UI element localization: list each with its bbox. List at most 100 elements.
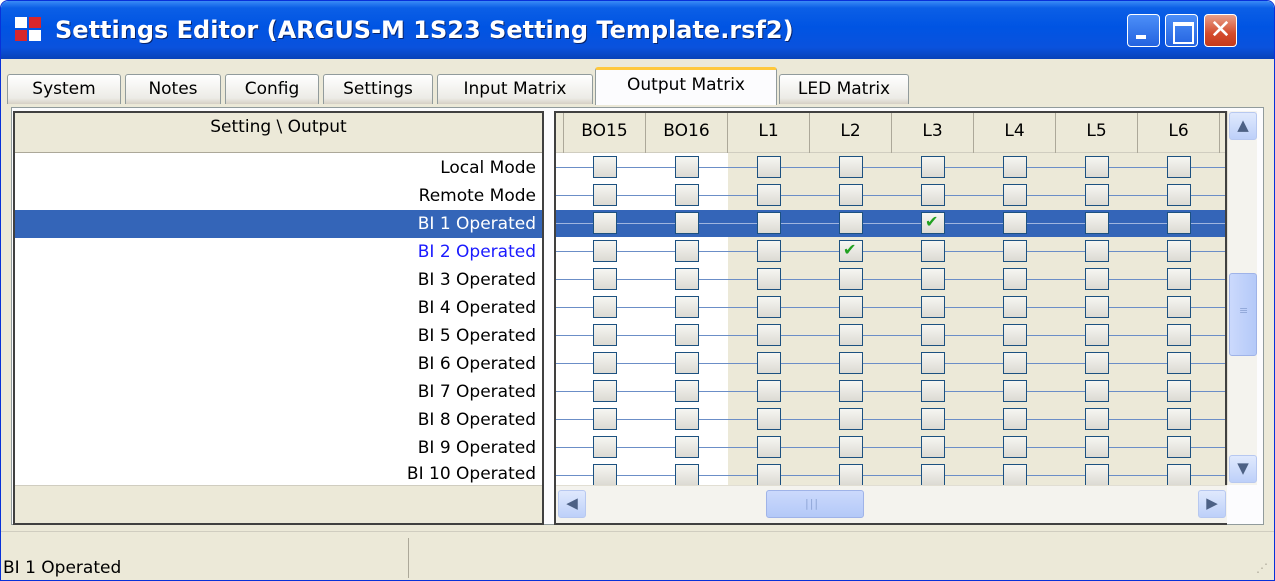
matrix-checkbox-l4[interactable]	[1003, 268, 1027, 290]
matrix-checkbox-l6[interactable]	[1167, 464, 1191, 486]
matrix-checkbox-l4[interactable]	[1003, 212, 1027, 234]
matrix-checkbox-l3[interactable]	[921, 296, 945, 318]
matrix-checkbox-bo15[interactable]	[593, 296, 617, 318]
matrix-checkbox-l6[interactable]	[1167, 156, 1191, 178]
matrix-checkbox-bo15[interactable]	[593, 380, 617, 402]
matrix-checkbox-l4[interactable]	[1003, 156, 1027, 178]
list-item[interactable]: BI 8 Operated	[418, 406, 536, 434]
matrix-checkbox-l3[interactable]	[921, 156, 945, 178]
matrix-checkbox-bo15[interactable]	[593, 408, 617, 430]
list-item[interactable]: BI 4 Operated	[418, 294, 536, 322]
matrix-checkbox-l1[interactable]	[757, 352, 781, 374]
matrix-checkbox-l6[interactable]	[1167, 240, 1191, 262]
matrix-checkbox-bo16[interactable]	[675, 380, 699, 402]
matrix-checkbox-l1[interactable]	[757, 380, 781, 402]
list-item-selected[interactable]: BI 1 Operated	[418, 210, 536, 238]
matrix-checkbox-bo16[interactable]	[675, 296, 699, 318]
matrix-checkbox-l3[interactable]	[921, 324, 945, 346]
matrix-checkbox-l1[interactable]	[757, 212, 781, 234]
tab-output-matrix[interactable]: Output Matrix	[595, 67, 777, 105]
list-item[interactable]: Remote Mode	[419, 182, 536, 210]
matrix-checkbox-l3[interactable]	[921, 240, 945, 262]
matrix-checkbox-l4[interactable]	[1003, 184, 1027, 206]
matrix-checkbox-l4[interactable]	[1003, 240, 1027, 262]
horizontal-scroll-thumb[interactable]: |||	[766, 490, 864, 518]
matrix-checkbox-l2[interactable]	[839, 380, 863, 402]
matrix-checkbox-bo15[interactable]	[593, 184, 617, 206]
column-header-l5[interactable]: L5	[1056, 113, 1138, 153]
vertical-scroll-thumb[interactable]: ≡	[1229, 273, 1257, 356]
list-item[interactable]: BI 10 Operated	[407, 460, 536, 488]
matrix-checkbox-l6[interactable]	[1167, 184, 1191, 206]
column-header-l6[interactable]: L6	[1138, 113, 1220, 153]
matrix-checkbox-l3[interactable]	[921, 352, 945, 374]
matrix-checkbox-bo16[interactable]	[675, 436, 699, 458]
matrix-checkbox-l2[interactable]	[839, 156, 863, 178]
matrix-checkbox-l1[interactable]	[757, 240, 781, 262]
matrix-checkbox-l5[interactable]	[1085, 240, 1109, 262]
list-item[interactable]: BI 7 Operated	[418, 378, 536, 406]
matrix-checkbox-l6[interactable]	[1167, 352, 1191, 374]
matrix-checkbox-bo15[interactable]	[593, 212, 617, 234]
matrix-checkbox-l2[interactable]	[839, 296, 863, 318]
column-header-l4[interactable]: L4	[974, 113, 1056, 153]
column-header-bo16[interactable]: BO16	[646, 113, 728, 153]
matrix-checkbox-l3[interactable]	[921, 184, 945, 206]
matrix-checkbox-l6[interactable]	[1167, 296, 1191, 318]
tab-input-matrix[interactable]: Input Matrix	[437, 74, 593, 104]
matrix-checkbox-l4[interactable]	[1003, 296, 1027, 318]
matrix-checkbox-bo15[interactable]	[593, 324, 617, 346]
matrix-checkbox-l5[interactable]	[1085, 268, 1109, 290]
scroll-left-button[interactable]: ◀	[558, 490, 586, 518]
list-item[interactable]: BI 3 Operated	[418, 266, 536, 294]
list-item[interactable]: BI 9 Operated	[418, 434, 536, 462]
matrix-checkbox-l3[interactable]	[921, 268, 945, 290]
matrix-checkbox-l2[interactable]	[839, 408, 863, 430]
matrix-checkbox-bo15[interactable]	[593, 156, 617, 178]
column-header-l1[interactable]: L1	[728, 113, 810, 153]
matrix-checkbox-l1[interactable]	[757, 324, 781, 346]
matrix-checkbox-l3[interactable]	[921, 436, 945, 458]
matrix-checkbox-l5[interactable]	[1085, 212, 1109, 234]
matrix-checkbox-l5[interactable]	[1085, 184, 1109, 206]
title-bar[interactable]: Settings Editor (ARGUS-M 1S23 Setting Te…	[1, 1, 1274, 59]
matrix-checkbox-l5[interactable]	[1085, 408, 1109, 430]
matrix-checkbox-bo15[interactable]	[593, 464, 617, 486]
tab-settings[interactable]: Settings	[323, 74, 433, 104]
close-button[interactable]: ✕	[1204, 14, 1237, 47]
matrix-checkbox-bo16[interactable]	[675, 464, 699, 486]
matrix-checkbox-l4[interactable]	[1003, 408, 1027, 430]
matrix-checkbox-l2[interactable]	[839, 352, 863, 374]
maximize-button[interactable]	[1165, 14, 1198, 47]
matrix-checkbox-l2[interactable]	[839, 268, 863, 290]
matrix-checkbox-l5[interactable]	[1085, 156, 1109, 178]
scroll-right-button[interactable]: ▶	[1198, 490, 1226, 518]
list-item[interactable]: BI 2 Operated	[418, 238, 536, 266]
matrix-checkbox-l6[interactable]	[1167, 380, 1191, 402]
matrix-checkbox-l6[interactable]	[1167, 324, 1191, 346]
matrix-checkbox-bo16[interactable]	[675, 156, 699, 178]
matrix-checkbox-l4[interactable]	[1003, 352, 1027, 374]
list-item[interactable]: Local Mode	[440, 154, 536, 182]
matrix-checkbox-l3[interactable]	[921, 380, 945, 402]
tab-led-matrix[interactable]: LED Matrix	[779, 74, 909, 104]
matrix-checkbox-l2[interactable]	[839, 212, 863, 234]
matrix-checkbox-l2[interactable]	[839, 184, 863, 206]
matrix-checkbox-l4[interactable]	[1003, 380, 1027, 402]
matrix-checkbox-bo16[interactable]	[675, 184, 699, 206]
matrix-checkbox-l6[interactable]	[1167, 212, 1191, 234]
matrix-checkbox-l6[interactable]	[1167, 436, 1191, 458]
matrix-checkbox-l5[interactable]	[1085, 352, 1109, 374]
matrix-checkbox-bo16[interactable]	[675, 352, 699, 374]
matrix-checkbox-l5[interactable]	[1085, 380, 1109, 402]
matrix-checkbox-l2[interactable]	[839, 464, 863, 486]
matrix-checkbox-l2[interactable]	[839, 436, 863, 458]
matrix-checkbox-l5[interactable]	[1085, 436, 1109, 458]
matrix-checkbox-l1[interactable]	[757, 184, 781, 206]
resize-grip-icon[interactable]: ⋰	[1256, 561, 1268, 575]
matrix-checkbox-l3[interactable]	[921, 408, 945, 430]
matrix-checkbox-l1[interactable]	[757, 436, 781, 458]
tab-config[interactable]: Config	[225, 74, 319, 104]
minimize-button[interactable]	[1127, 14, 1160, 47]
matrix-checkbox-l1[interactable]	[757, 268, 781, 290]
